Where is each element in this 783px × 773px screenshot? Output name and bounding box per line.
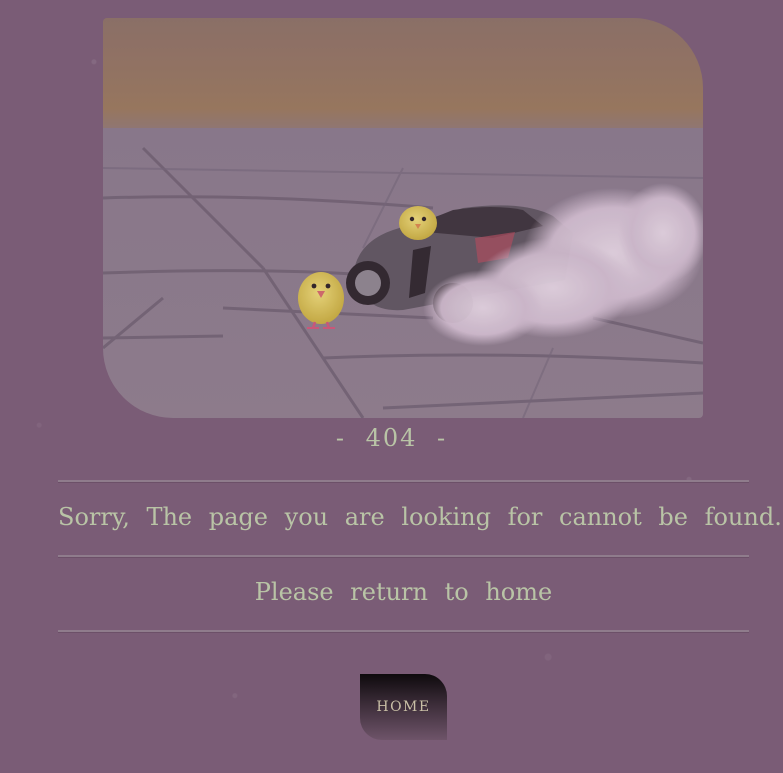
return-instruction: Please return to home (254, 578, 553, 606)
hero-illustration (103, 18, 703, 418)
divider-top (58, 480, 749, 483)
divider-bottom (58, 630, 749, 633)
divider-middle (58, 555, 749, 558)
error-message: Sorry, The page you are looking for cann… (58, 503, 782, 531)
home-button[interactable]: HOME (360, 674, 447, 740)
hero-image (103, 18, 703, 418)
error-code: - 404 - (335, 424, 448, 452)
